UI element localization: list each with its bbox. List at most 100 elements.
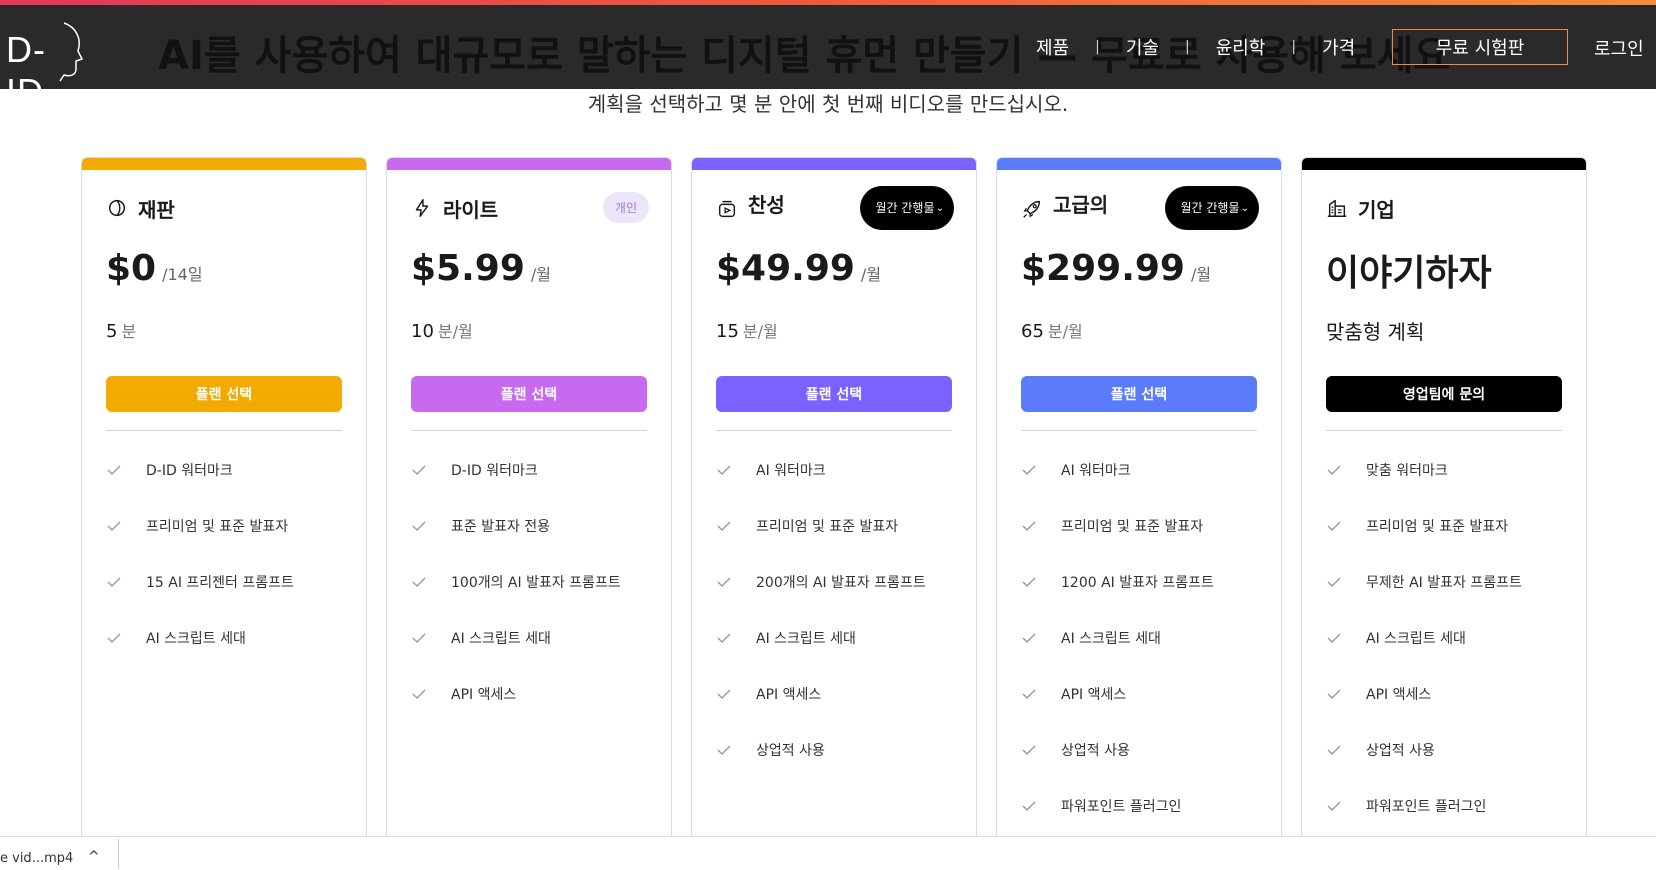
minutes-unit: 분/월 bbox=[742, 322, 778, 341]
select-plan-button[interactable]: 플랜 선택 bbox=[411, 376, 647, 412]
download-file-name[interactable]: e vid...mp4 bbox=[0, 851, 73, 866]
building-icon bbox=[1326, 197, 1350, 221]
video-jar-icon bbox=[716, 198, 740, 222]
feature-label: 프리미엄 및 표준 발표자 bbox=[1366, 519, 1509, 535]
check-icon bbox=[1326, 798, 1342, 814]
plan-minutes: 5분 bbox=[106, 318, 136, 342]
select-plan-button[interactable]: 플랜 선택 bbox=[716, 376, 952, 412]
list-item: 1200 AI 발표자 프롬프트 bbox=[1021, 554, 1214, 610]
check-icon bbox=[1021, 574, 1037, 590]
billing-interval-select[interactable]: 월간 간행물 ⌄ bbox=[1165, 186, 1259, 230]
nav-link-products[interactable]: 제품 bbox=[1020, 34, 1085, 60]
list-item: API 액세스 bbox=[716, 666, 926, 722]
check-icon bbox=[411, 518, 427, 534]
custom-plan-label: 맞춤형 계획 bbox=[1326, 320, 1425, 344]
check-icon bbox=[1021, 742, 1037, 758]
plan-card-lite: 라이트 개인 $5.99/월 10 분/월 플랜 선택 D-ID 워터마크 표준 … bbox=[386, 157, 672, 857]
feature-label: API 액세스 bbox=[1061, 687, 1127, 703]
plan-price: $0/14일 bbox=[106, 248, 203, 289]
list-item: 상업적 사용 bbox=[1326, 722, 1522, 778]
list-item: AI 스크립트 세대 bbox=[1021, 610, 1214, 666]
plan-name: 라이트 bbox=[443, 198, 499, 222]
list-item: 프리미엄 및 표준 발표자 bbox=[106, 498, 294, 554]
download-separator bbox=[118, 839, 119, 869]
feature-label: 상업적 사용 bbox=[756, 743, 825, 759]
check-icon bbox=[716, 630, 732, 646]
feature-label: 1200 AI 발표자 프롬프트 bbox=[1061, 575, 1214, 591]
feature-label: 파워포인트 플러그인 bbox=[1061, 799, 1182, 815]
check-icon bbox=[1326, 686, 1342, 702]
free-trial-button[interactable]: 무료 시험판 bbox=[1392, 29, 1568, 65]
check-icon bbox=[411, 574, 427, 590]
plan-card-enterprise: 기업 이야기하자 맞춤형 계획 영업팀에 문의 맞춤 워터마크 프리미엄 및 표… bbox=[1301, 157, 1587, 857]
navbar: AI를 사용하여 대규모로 말하는 디지털 휴먼 만들기 — 무료로 사용해 보… bbox=[0, 5, 1656, 89]
lightning-icon bbox=[411, 197, 435, 221]
feature-label: 프리미엄 및 표준 발표자 bbox=[146, 519, 289, 535]
list-item: 프리미엄 및 표준 발표자 bbox=[1326, 498, 1522, 554]
plan-card-pro: 찬성 월간 간행물 ⌄ $49.99/월 15 분/월 플랜 선택 AI 워터마크… bbox=[691, 157, 977, 857]
feature-label: AI 스크립트 세대 bbox=[756, 631, 856, 647]
plan-name: 찬성 bbox=[748, 192, 785, 217]
minutes-value: 15 bbox=[716, 321, 739, 342]
list-item: 100개의 AI 발표자 프롬프트 bbox=[411, 554, 621, 610]
list-item: 상업적 사용 bbox=[716, 722, 926, 778]
price-period: /14일 bbox=[162, 265, 203, 284]
list-item: AI 스크립트 세대 bbox=[1326, 610, 1522, 666]
feature-label: 프리미엄 및 표준 발표자 bbox=[756, 519, 899, 535]
nav-link-ethics[interactable]: 윤리학 bbox=[1200, 34, 1282, 60]
feature-label: AI 스크립트 세대 bbox=[1366, 631, 1466, 647]
contact-sales-button[interactable]: 영업팀에 문의 bbox=[1326, 376, 1562, 412]
login-link[interactable]: 로그인 bbox=[1594, 35, 1644, 61]
plan-minutes: 65 분/월 bbox=[1021, 318, 1083, 342]
nav-link-technology[interactable]: 기술 bbox=[1110, 34, 1175, 60]
list-item: 맞춤 워터마크 bbox=[1326, 442, 1522, 498]
list-item: 파워포인트 플러그인 bbox=[1326, 778, 1522, 834]
list-item: 200개의 AI 발표자 프롬프트 bbox=[716, 554, 926, 610]
check-icon bbox=[716, 686, 732, 702]
minutes-value: 10 bbox=[411, 321, 434, 342]
download-bar: e vid...mp4 ^ bbox=[0, 836, 1656, 870]
plan-header: 재판 bbox=[106, 194, 175, 223]
list-item: AI 스크립트 세대 bbox=[106, 610, 294, 666]
check-icon bbox=[106, 574, 122, 590]
feature-label: AI 워터마크 bbox=[1061, 463, 1131, 479]
plan-price: $49.99/월 bbox=[716, 248, 881, 289]
nav-link-pricing[interactable]: 가격 bbox=[1306, 34, 1371, 60]
minutes-unit: 분/월 bbox=[1047, 322, 1083, 341]
check-icon bbox=[1021, 518, 1037, 534]
feature-list: D-ID 워터마크 표준 발표자 전용 100개의 AI 발표자 프롬프트 AI… bbox=[411, 442, 621, 722]
list-item: 15 AI 프리젠터 프롬프트 bbox=[106, 554, 294, 610]
check-icon bbox=[106, 630, 122, 646]
select-plan-button[interactable]: 플랜 선택 bbox=[106, 376, 342, 412]
price-value: $299.99 bbox=[1021, 248, 1185, 289]
select-plan-button[interactable]: 플랜 선택 bbox=[1021, 376, 1257, 412]
nav-separator: | bbox=[1095, 39, 1100, 55]
rocket-icon bbox=[1021, 198, 1045, 222]
plan-price: $299.99/월 bbox=[1021, 248, 1211, 289]
feature-list: D-ID 워터마크 프리미엄 및 표준 발표자 15 AI 프리젠터 프롬프트 … bbox=[106, 442, 294, 666]
did-logo[interactable]: D-ID bbox=[6, 17, 84, 89]
feature-label: API 액세스 bbox=[1366, 687, 1432, 703]
lets-talk-heading: 이야기하자 bbox=[1326, 253, 1492, 294]
feature-label: 100개의 AI 발표자 프롬프트 bbox=[451, 575, 621, 591]
card-divider bbox=[411, 430, 647, 431]
price-period: /월 bbox=[530, 265, 551, 284]
plan-name: 기업 bbox=[1358, 198, 1395, 222]
plan-card-trial: 재판 $0/14일 5분 플랜 선택 D-ID 워터마크 프리미엄 및 표준 발… bbox=[81, 157, 367, 857]
billing-interval-label: 월간 간행물 bbox=[875, 200, 935, 215]
nav-links: 제품 | 기술 | 윤리학 | 가격 bbox=[1020, 5, 1371, 89]
plan-price: $5.99/월 bbox=[411, 248, 551, 289]
check-icon bbox=[411, 630, 427, 646]
price-value: $5.99 bbox=[411, 248, 525, 289]
check-icon bbox=[1326, 574, 1342, 590]
chevron-up-icon[interactable]: ^ bbox=[88, 849, 100, 865]
check-icon bbox=[716, 462, 732, 478]
plan-header: 찬성 bbox=[716, 184, 785, 222]
billing-interval-select[interactable]: 월간 간행물 ⌄ bbox=[860, 186, 954, 230]
feature-label: 맞춤 워터마크 bbox=[1366, 463, 1448, 479]
feature-list: AI 워터마크 프리미엄 및 표준 발표자 1200 AI 발표자 프롬프트 A… bbox=[1021, 442, 1214, 834]
plan-minutes: 10 분/월 bbox=[411, 318, 473, 342]
personal-badge: 개인 bbox=[602, 192, 649, 223]
minutes-value: 5 bbox=[106, 321, 118, 342]
plan-header: 기업 bbox=[1326, 194, 1395, 223]
